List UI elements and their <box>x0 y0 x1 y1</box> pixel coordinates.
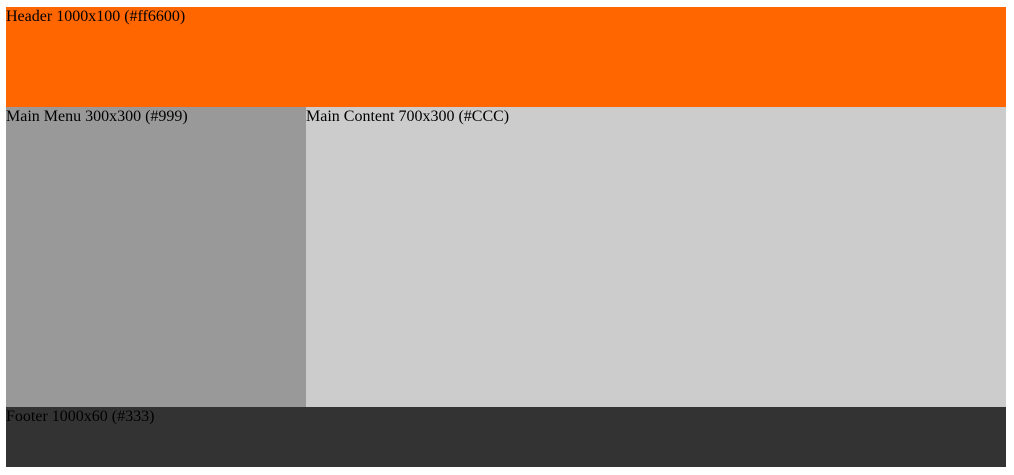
header: Header 1000x100 (#ff6600) <box>6 7 1006 107</box>
main-menu: Main Menu 300x300 (#999) <box>6 107 306 407</box>
footer-label: Footer 1000x60 (#333) <box>6 408 155 425</box>
page-layout: Header 1000x100 (#ff6600) Main Menu 300x… <box>6 7 1006 467</box>
main-content-label: Main Content 700x300 (#CCC) <box>306 108 510 125</box>
header-label: Header 1000x100 (#ff6600) <box>6 8 186 25</box>
footer: Footer 1000x60 (#333) <box>6 407 1006 467</box>
main-content: Main Content 700x300 (#CCC) <box>306 107 1006 407</box>
main-menu-label: Main Menu 300x300 (#999) <box>6 108 188 125</box>
